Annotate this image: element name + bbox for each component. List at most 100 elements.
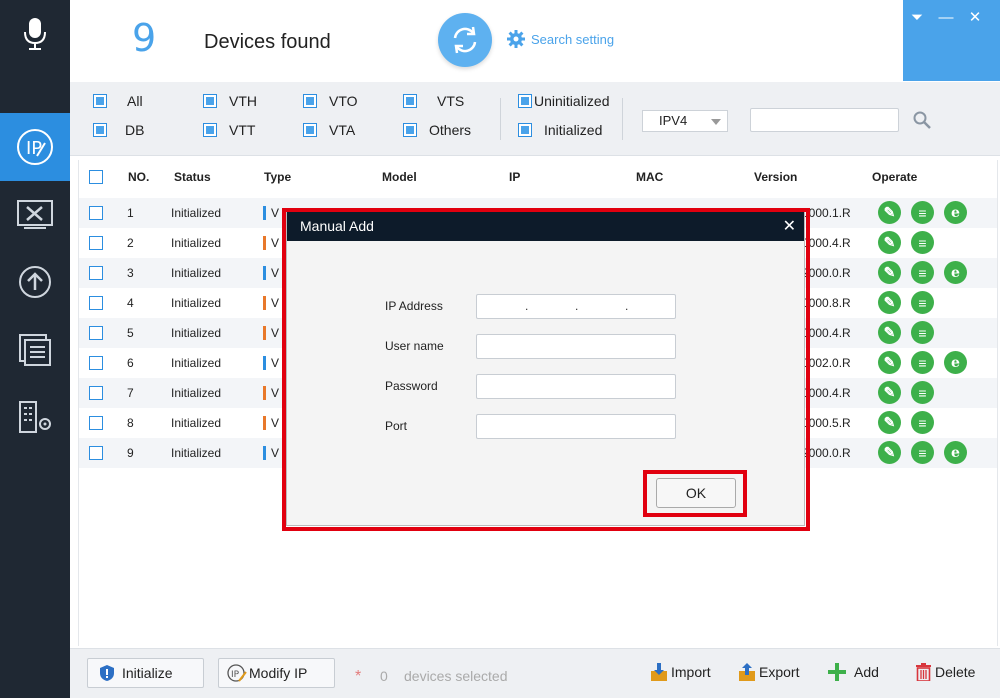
sidebar-item-ip[interactable]: IP: [0, 113, 70, 181]
web-browser-icon[interactable]: e: [944, 201, 967, 224]
ip-icon: IP: [17, 129, 53, 165]
minimize-button[interactable]: —: [936, 8, 956, 28]
ip-version-select[interactable]: IPV4: [642, 110, 728, 132]
edit-icon[interactable]: ✎: [878, 291, 901, 314]
sidebar-item-building-config[interactable]: [0, 384, 70, 452]
filter-vtt[interactable]: VTT: [203, 122, 255, 138]
details-icon[interactable]: ≡: [911, 411, 934, 434]
cell-no: 1: [127, 206, 134, 220]
filter-vth[interactable]: VTH: [203, 93, 257, 109]
filter-uninitialized[interactable]: Uninitialized: [518, 93, 609, 109]
row-checkbox[interactable]: [89, 266, 103, 280]
ok-button[interactable]: OK: [656, 478, 736, 508]
edit-icon[interactable]: ✎: [878, 411, 901, 434]
edit-icon[interactable]: ✎: [878, 231, 901, 254]
cell-version: 0000.4.R: [802, 326, 851, 340]
details-icon[interactable]: ≡: [911, 291, 934, 314]
details-icon[interactable]: ≡: [911, 381, 934, 404]
search-setting-link[interactable]: Search setting: [507, 30, 614, 48]
details-icon[interactable]: ≡: [911, 441, 934, 464]
details-icon[interactable]: ≡: [911, 201, 934, 224]
close-icon[interactable]: ✕: [783, 212, 796, 241]
add-label: Add: [854, 664, 879, 680]
delete-button[interactable]: Delete: [916, 663, 975, 681]
filter-db[interactable]: DB: [93, 122, 144, 138]
row-checkbox[interactable]: [89, 446, 103, 460]
filter-initialized[interactable]: Initialized: [518, 122, 602, 138]
filter-db-checkbox[interactable]: [93, 123, 107, 137]
row-checkbox[interactable]: [89, 326, 103, 340]
cell-type: V: [271, 236, 280, 250]
web-browser-icon[interactable]: e: [944, 351, 967, 374]
edit-icon[interactable]: ✎: [878, 351, 901, 374]
filter-others[interactable]: Others: [403, 122, 471, 138]
type-indicator: [263, 416, 266, 430]
row-checkbox[interactable]: [89, 236, 103, 250]
row-checkbox[interactable]: [89, 206, 103, 220]
details-icon[interactable]: ≡: [911, 231, 934, 254]
type-indicator: [263, 296, 266, 310]
window-menu-button[interactable]: ⏷: [907, 8, 927, 28]
window-controls: ⏷ — ✕: [903, 0, 1000, 81]
row-checkbox[interactable]: [89, 386, 103, 400]
modify-ip-button[interactable]: IP Modify IP: [218, 658, 335, 688]
edit-icon[interactable]: ✎: [878, 381, 901, 404]
filter-all-checkbox[interactable]: [93, 94, 107, 108]
filter-all[interactable]: All: [93, 93, 143, 109]
filter-vts[interactable]: VTS: [403, 93, 464, 109]
gear-icon: [507, 30, 525, 48]
dialog-title: Manual Add: [300, 218, 374, 234]
details-icon[interactable]: ≡: [911, 261, 934, 284]
refresh-button[interactable]: [438, 13, 492, 67]
search-button[interactable]: [912, 110, 932, 130]
filter-initialized-checkbox[interactable]: [518, 123, 532, 137]
user-name-input[interactable]: [476, 334, 676, 359]
edit-icon[interactable]: ✎: [878, 441, 901, 464]
filter-vto-checkbox[interactable]: [303, 94, 317, 108]
cell-no: 9: [127, 446, 134, 460]
search-setting-label: Search setting: [531, 31, 615, 47]
details-icon[interactable]: ≡: [911, 321, 934, 344]
filter-vts-checkbox[interactable]: [403, 94, 417, 108]
filter-vto-label: VTO: [329, 93, 358, 109]
col-version: Version: [754, 170, 798, 184]
edit-icon[interactable]: ✎: [878, 321, 901, 344]
edit-icon[interactable]: ✎: [878, 201, 901, 224]
filter-vtt-checkbox[interactable]: [203, 123, 217, 137]
building-gear-icon: [19, 401, 51, 433]
sidebar-item-voice[interactable]: [0, 0, 70, 68]
filter-vta[interactable]: VTA: [303, 122, 355, 138]
add-button[interactable]: Add: [828, 663, 879, 681]
close-window-button[interactable]: ✕: [965, 8, 985, 28]
initialize-button[interactable]: Initialize: [87, 658, 204, 688]
filter-vto[interactable]: VTO: [303, 93, 358, 109]
row-checkbox[interactable]: [89, 416, 103, 430]
import-button[interactable]: Import: [651, 663, 711, 681]
web-browser-icon[interactable]: e: [944, 261, 967, 284]
search-input[interactable]: [750, 108, 899, 132]
password-input[interactable]: [476, 374, 676, 399]
row-checkbox[interactable]: [89, 356, 103, 370]
ip-address-input[interactable]: . . .: [476, 294, 676, 319]
sidebar-item-upgrade[interactable]: [0, 248, 70, 316]
edit-icon[interactable]: ✎: [878, 261, 901, 284]
export-button[interactable]: Export: [739, 663, 799, 681]
filter-others-checkbox[interactable]: [403, 123, 417, 137]
select-all-checkbox[interactable]: [89, 170, 103, 184]
col-model: Model: [382, 170, 417, 184]
sidebar-item-document[interactable]: [0, 316, 70, 384]
filter-uninitialized-checkbox[interactable]: [518, 94, 532, 108]
row-checkbox[interactable]: [89, 296, 103, 310]
type-indicator: [263, 206, 266, 220]
cell-no: 3: [127, 266, 134, 280]
sidebar-item-config[interactable]: [0, 181, 70, 249]
port-input[interactable]: [476, 414, 676, 439]
details-icon[interactable]: ≡: [911, 351, 934, 374]
filter-db-label: DB: [125, 122, 145, 138]
ip-dot: .: [625, 299, 629, 313]
filter-vta-checkbox[interactable]: [303, 123, 317, 137]
web-browser-icon[interactable]: e: [944, 441, 967, 464]
filter-vth-checkbox[interactable]: [203, 94, 217, 108]
shield-icon: [100, 665, 114, 681]
cell-type: V: [271, 326, 280, 340]
